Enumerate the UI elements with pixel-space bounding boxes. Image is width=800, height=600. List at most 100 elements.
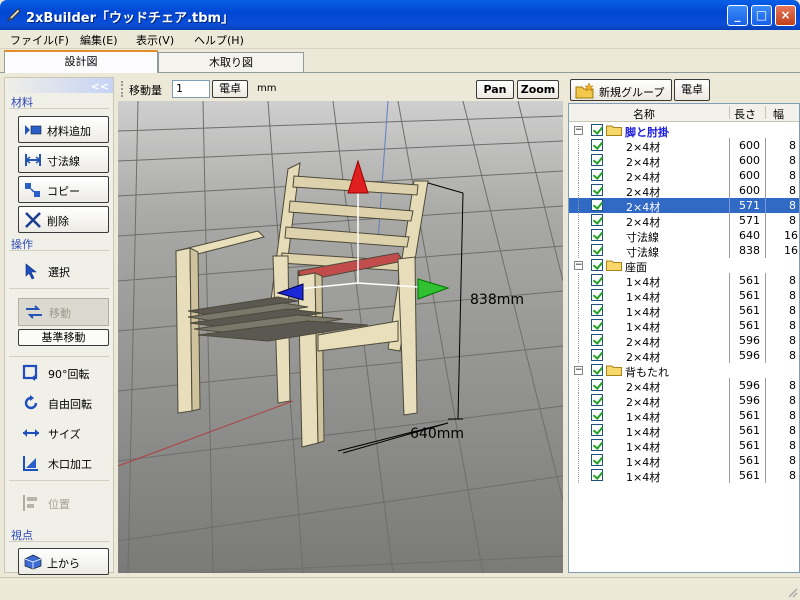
collapse-button[interactable]: <<	[91, 80, 109, 93]
tree-item-row[interactable]: 1×4材 561 8	[569, 318, 799, 334]
view-top-button[interactable]: 上から	[18, 548, 109, 575]
tree-item-row[interactable]: 2×4材 600 8	[569, 138, 799, 154]
copy-button[interactable]: コピー	[18, 176, 109, 203]
size-tool[interactable]: サイズ	[18, 422, 109, 444]
tree-item-row[interactable]: 1×4材 561 8	[569, 423, 799, 439]
part-length: 561	[739, 439, 760, 452]
add-material-button[interactable]: 材料追加	[18, 116, 109, 143]
toolbar-grip[interactable]	[121, 81, 124, 97]
visibility-checkbox[interactable]	[591, 184, 603, 196]
header-length[interactable]: 長さ	[734, 106, 756, 122]
visibility-checkbox[interactable]	[591, 319, 603, 331]
menu-view[interactable]: 表示(V)	[136, 32, 174, 48]
visibility-checkbox[interactable]	[591, 394, 603, 406]
tree-item-row[interactable]: 2×4材 600 8	[569, 168, 799, 184]
visibility-checkbox[interactable]	[591, 124, 603, 136]
tree-item-row[interactable]: 寸法線 640 16	[569, 228, 799, 244]
tree-item-row[interactable]: 2×4材 596 8	[569, 393, 799, 409]
tree-item-row[interactable]: 2×4材 571 8	[569, 198, 799, 214]
tree-group-row[interactable]: − 脚と肘掛	[569, 123, 799, 139]
divider	[9, 288, 109, 289]
visibility-checkbox[interactable]	[591, 349, 603, 361]
visibility-checkbox[interactable]	[591, 154, 603, 166]
calculator-button[interactable]: 電卓	[212, 80, 248, 98]
visibility-checkbox[interactable]	[591, 139, 603, 151]
visibility-checkbox[interactable]	[591, 334, 603, 346]
kiguchi-tool[interactable]: 木口加工	[18, 452, 109, 474]
column-separator	[729, 453, 730, 468]
visibility-checkbox[interactable]	[591, 379, 603, 391]
visibility-checkbox[interactable]	[591, 364, 603, 376]
title-bar[interactable]: 2xBuilder「ウッドチェア.tbm」 _ □ ×	[0, 0, 800, 30]
dimension-line-button[interactable]: 寸法線	[18, 146, 109, 173]
kiguchi-label: 木口加工	[48, 458, 92, 471]
visibility-checkbox[interactable]	[591, 439, 603, 451]
visibility-checkbox[interactable]	[591, 289, 603, 301]
menu-file[interactable]: ファイル(F)	[10, 32, 69, 48]
move-tool[interactable]: 移動	[18, 298, 109, 326]
visibility-checkbox[interactable]	[591, 424, 603, 436]
visibility-checkbox[interactable]	[591, 259, 603, 271]
tree-item-row[interactable]: 1×4材 561 8	[569, 303, 799, 319]
position-tool[interactable]: 位置	[18, 492, 109, 514]
maximize-button[interactable]: □	[751, 5, 772, 26]
free-rotate-tool[interactable]: 自由回転	[18, 392, 109, 414]
select-tool[interactable]: 選択	[18, 260, 109, 282]
column-separator	[765, 468, 766, 483]
tree-group-row[interactable]: − 背もたれ	[569, 363, 799, 379]
header-separator[interactable]	[765, 106, 766, 119]
rotate-icon	[24, 395, 38, 410]
delete-button[interactable]: 削除	[18, 206, 109, 233]
tree-item-row[interactable]: 2×4材 596 8	[569, 378, 799, 394]
collapse-toggle-icon[interactable]: −	[574, 126, 583, 135]
3d-viewport[interactable]: 838mm 640mm	[118, 101, 563, 573]
tree-item-row[interactable]: 1×4材 561 8	[569, 453, 799, 469]
collapse-toggle-icon[interactable]: −	[574, 366, 583, 375]
column-separator	[729, 288, 730, 303]
tab-cutting[interactable]: 木取り図	[158, 52, 304, 73]
tree-item-row[interactable]: 2×4材 596 8	[569, 348, 799, 364]
tree-item-row[interactable]: 1×4材 561 8	[569, 408, 799, 424]
tab-design[interactable]: 設計図	[4, 50, 158, 73]
header-width[interactable]: 幅	[773, 106, 784, 122]
visibility-checkbox[interactable]	[591, 199, 603, 211]
copy-label: コピー	[47, 185, 80, 198]
menu-edit[interactable]: 編集(E)	[80, 32, 118, 48]
rotate90-tool[interactable]: 90°回転	[18, 362, 109, 384]
collapse-toggle-icon[interactable]: −	[574, 261, 583, 270]
visibility-checkbox[interactable]	[591, 409, 603, 421]
visibility-checkbox[interactable]	[591, 469, 603, 481]
visibility-checkbox[interactable]	[591, 244, 603, 256]
dimension-line-label: 寸法線	[47, 155, 80, 168]
parts-tree[interactable]: 名称 長さ 幅 − 脚と肘掛 2×4材 600 8 2×4材 600 8 2×4材 600 8 2×4…	[568, 103, 800, 573]
visibility-checkbox[interactable]	[591, 214, 603, 226]
tree-item-row[interactable]: 2×4材 600 8	[569, 153, 799, 169]
tree-item-row[interactable]: 2×4材 571 8	[569, 213, 799, 229]
pan-button[interactable]: Pan	[476, 80, 514, 99]
header-name[interactable]: 名称	[633, 106, 655, 122]
visibility-checkbox[interactable]	[591, 229, 603, 241]
visibility-checkbox[interactable]	[591, 169, 603, 181]
visibility-checkbox[interactable]	[591, 454, 603, 466]
tree-group-row[interactable]: − 座面	[569, 258, 799, 274]
visibility-checkbox[interactable]	[591, 304, 603, 316]
menu-help[interactable]: ヘルプ(H)	[194, 32, 244, 48]
resize-grip-icon[interactable]	[786, 586, 798, 598]
base-move-button[interactable]: 基準移動	[18, 329, 109, 346]
close-button[interactable]: ×	[775, 5, 796, 26]
new-group-button[interactable]: 新規グループ	[570, 79, 672, 101]
tree-item-row[interactable]: 2×4材 600 8	[569, 183, 799, 199]
visibility-checkbox[interactable]	[591, 274, 603, 286]
tree-item-row[interactable]: 1×4材 561 8	[569, 273, 799, 289]
zoom-button[interactable]: Zoom	[517, 80, 559, 99]
chair-3d-scene[interactable]: 838mm 640mm	[118, 101, 563, 573]
tree-item-row[interactable]: 1×4材 561 8	[569, 438, 799, 454]
tree-item-row[interactable]: 1×4材 561 8	[569, 468, 799, 484]
calculator-button-right[interactable]: 電卓	[674, 79, 710, 101]
minimize-button[interactable]: _	[727, 5, 748, 26]
tree-item-row[interactable]: 寸法線 838 16	[569, 243, 799, 259]
tree-item-row[interactable]: 1×4材 561 8	[569, 288, 799, 304]
header-separator[interactable]	[729, 106, 730, 119]
tree-item-row[interactable]: 2×4材 596 8	[569, 333, 799, 349]
move-amount-input[interactable]: 1	[172, 80, 210, 98]
